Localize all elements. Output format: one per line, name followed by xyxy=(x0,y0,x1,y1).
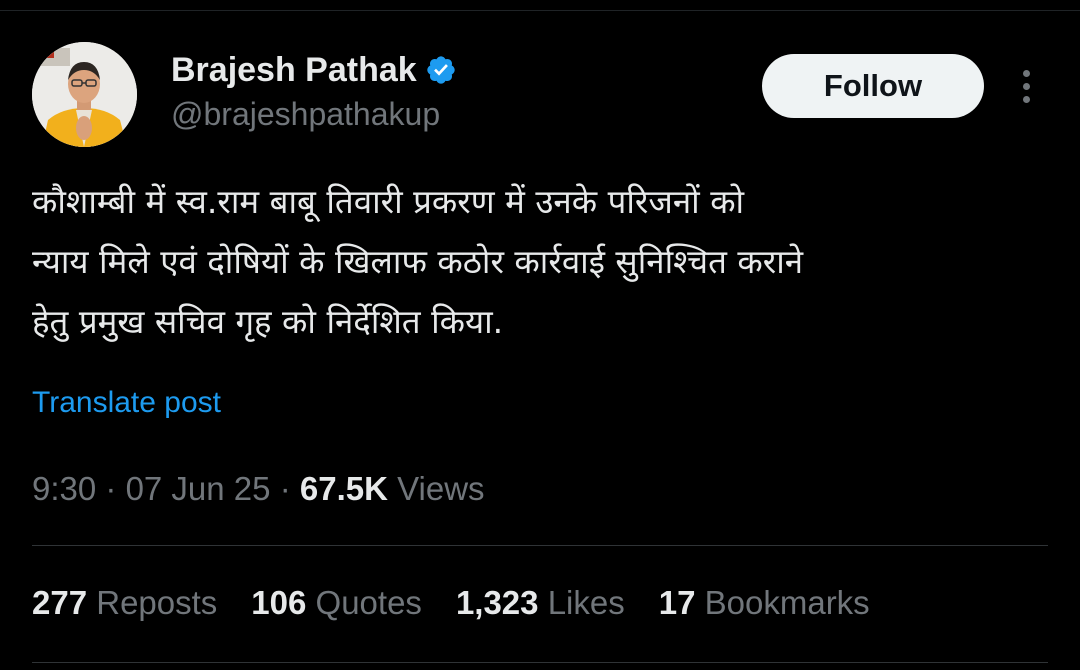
tweet-text-line: न्याय मिले एवं दोषियों के खिलाफ कठोर कार… xyxy=(32,242,804,281)
reposts-label: Reposts xyxy=(87,584,218,621)
more-dot xyxy=(1022,95,1030,103)
meta-separator: · xyxy=(270,470,300,507)
tweet-time[interactable]: 9:30 xyxy=(32,470,96,507)
views-label: Views xyxy=(387,470,485,507)
tweet-text-line: हेतु प्रमुख सचिव गृह को निर्देशित किया. xyxy=(32,302,504,341)
stats-divider-bottom xyxy=(32,662,1048,663)
likes-stat[interactable]: 1,323 Likes xyxy=(456,584,625,622)
author-name-row: Brajesh Pathak xyxy=(171,48,457,92)
engagement-stats: 277 Reposts 106 Quotes 1,323 Likes 17 Bo… xyxy=(32,584,870,622)
more-vertical-icon[interactable] xyxy=(1012,64,1040,108)
stats-divider-top xyxy=(32,545,1048,546)
follow-button[interactable]: Follow xyxy=(762,54,984,118)
tweet-meta: 9:30 · 07 Jun 25 · 67.5K Views xyxy=(32,470,485,508)
quotes-stat[interactable]: 106 Quotes xyxy=(251,584,422,622)
quotes-label: Quotes xyxy=(306,584,422,621)
profile-avatar[interactable] xyxy=(32,42,137,147)
views-count: 67.5K xyxy=(299,470,388,507)
meta-separator: · xyxy=(96,470,126,507)
author-handle[interactable]: @brajeshpathakup xyxy=(171,96,440,133)
translate-post-link[interactable]: Translate post xyxy=(32,386,221,420)
bookmarks-stat[interactable]: 17 Bookmarks xyxy=(659,584,870,622)
more-dot xyxy=(1022,69,1030,77)
reposts-stat[interactable]: 277 Reposts xyxy=(32,584,217,622)
top-divider xyxy=(0,10,1080,11)
quotes-count: 106 xyxy=(251,584,307,621)
more-dot xyxy=(1022,82,1030,90)
reposts-count: 277 xyxy=(32,584,88,621)
likes-count: 1,323 xyxy=(455,584,539,621)
tweet-date[interactable]: 07 Jun 25 xyxy=(126,470,271,507)
author-display-name[interactable]: Brajesh Pathak xyxy=(171,51,417,90)
tweet-header: Brajesh Pathak @brajeshpathakup Follow xyxy=(32,42,1048,152)
likes-label: Likes xyxy=(538,584,625,621)
bookmarks-count: 17 xyxy=(658,584,696,621)
bookmarks-label: Bookmarks xyxy=(695,584,870,621)
tweet-text-line: कौशाम्बी में स्व.राम बाबू तिवारी प्रकरण … xyxy=(32,182,745,221)
tweet-body: कौशाम्बी में स्व.राम बाबू तिवारी प्रकरण … xyxy=(32,172,1048,352)
verified-badge-icon xyxy=(425,54,457,86)
